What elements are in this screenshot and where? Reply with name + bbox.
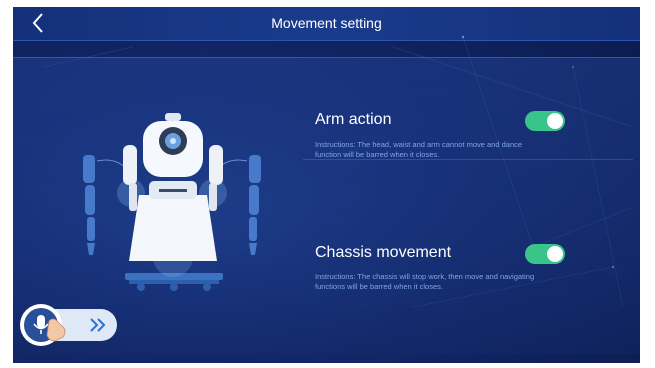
toggle-knob [547, 113, 563, 129]
chassis-movement-toggle[interactable] [525, 244, 565, 264]
description-line: functions will be barred when it closes. [315, 282, 443, 291]
chassis-movement-label: Chassis movement [315, 244, 452, 261]
voice-assistant-widget[interactable] [19, 303, 119, 347]
description-line: Instructions: The head, waist and arm ca… [315, 140, 523, 149]
app-frame: Movement setting Arm action Instructions… [13, 7, 640, 363]
arm-action-label: Arm action [315, 111, 392, 128]
robot-illustration [83, 113, 261, 291]
divider [303, 159, 633, 160]
description-line: Instructions: The chassis will stop work… [315, 272, 535, 281]
arm-action-description: Instructions: The head, waist and arm ca… [315, 140, 565, 160]
toggle-knob [547, 246, 563, 262]
arm-action-toggle[interactable] [525, 111, 565, 131]
chassis-movement-description: Instructions: The chassis will stop work… [315, 272, 565, 292]
